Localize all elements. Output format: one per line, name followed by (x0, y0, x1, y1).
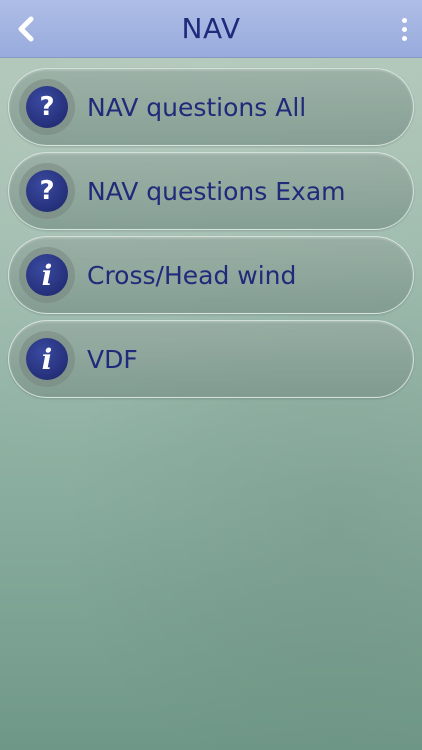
menu-item-label: VDF (87, 344, 138, 374)
app-header: NAV (0, 0, 422, 58)
question-icon: ? (26, 86, 68, 128)
info-icon: i (26, 254, 68, 296)
page-title: NAV (181, 12, 241, 45)
back-button[interactable] (10, 12, 42, 46)
menu-item-vdf[interactable]: i VDF (8, 320, 414, 398)
menu-list: ? NAV questions All ? NAV questions Exam… (8, 68, 414, 404)
chevron-left-icon (18, 16, 34, 42)
menu-item-label: Cross/Head wind (87, 260, 297, 290)
menu-dot (401, 26, 407, 32)
menu-item-nav-questions-exam[interactable]: ? NAV questions Exam (8, 152, 414, 230)
info-icon: i (26, 338, 68, 380)
overflow-menu-icon (401, 17, 407, 23)
icon-ring: i (19, 247, 75, 303)
menu-item-nav-questions-all[interactable]: ? NAV questions All (8, 68, 414, 146)
menu-dot (401, 35, 407, 41)
icon-ring: i (19, 331, 75, 387)
menu-item-label: NAV questions Exam (87, 176, 346, 206)
overflow-menu-button[interactable] (392, 12, 416, 46)
menu-item-label: NAV questions All (87, 92, 307, 122)
icon-ring: ? (19, 79, 75, 135)
question-icon: ? (26, 170, 68, 212)
menu-item-cross-head-wind[interactable]: i Cross/Head wind (8, 236, 414, 314)
icon-ring: ? (19, 163, 75, 219)
